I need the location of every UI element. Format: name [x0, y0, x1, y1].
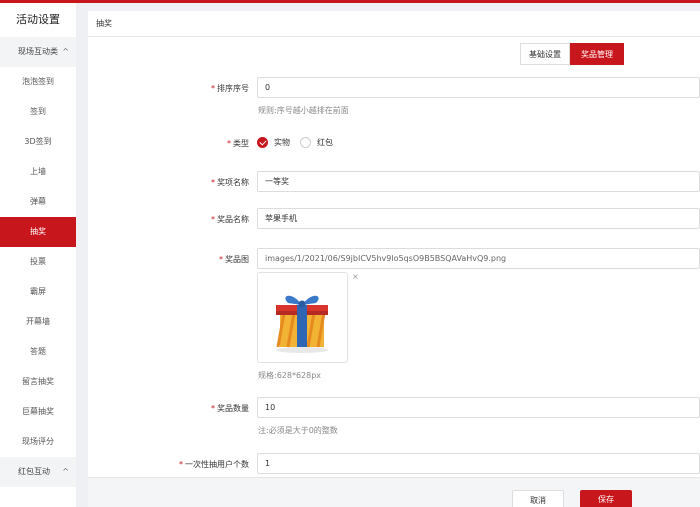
sidebar-title: 活动设置	[16, 13, 60, 26]
sort-input[interactable]: 0	[257, 77, 700, 98]
radio-unchecked-icon	[300, 136, 311, 148]
sidebar-item-fullscreen[interactable]: 霸屏	[0, 277, 76, 307]
sidebar-item-quiz[interactable]: 答题	[0, 337, 76, 367]
prize-image-label: * 奖品图	[219, 255, 249, 264]
chevron-up-icon: ^	[62, 467, 69, 476]
sidebar-item-rating[interactable]: 现场评分	[0, 427, 76, 457]
award-name-label: * 奖项名称	[211, 178, 249, 187]
chevron-up-icon: ^	[62, 47, 69, 56]
prize-image-preview[interactable]	[257, 272, 348, 363]
quantity-label: * 奖品数量	[211, 404, 249, 413]
per-draw-label: * 一次性抽用户个数	[179, 460, 249, 469]
top-accent-bar	[0, 0, 700, 3]
type-radio-physical[interactable]: 实物	[257, 136, 290, 148]
sidebar-item-message-lottery[interactable]: 留言抽奖	[0, 367, 76, 397]
tab-prize-management[interactable]: 奖品管理	[570, 43, 624, 65]
save-button[interactable]: 保存	[580, 490, 632, 507]
prize-image-hint: 规格:628*628px	[258, 371, 322, 380]
quantity-hint: 注:必须是大于0的整数	[258, 426, 338, 435]
content-gutter	[76, 3, 88, 507]
cancel-button[interactable]: 取消	[512, 490, 564, 507]
type-radio-group: 实物 红包	[257, 135, 343, 149]
sidebar-group-onsite[interactable]: 现场互动类 ^	[0, 37, 76, 67]
sidebar-item-wall[interactable]: 上墙	[0, 157, 76, 187]
radio-checked-icon	[257, 136, 268, 148]
award-name-input[interactable]: 一等奖	[257, 171, 700, 192]
quantity-input[interactable]: 10	[257, 397, 700, 418]
sidebar-item-danmaku[interactable]: 弹幕	[0, 187, 76, 217]
sort-label: * 排序序号	[211, 84, 249, 93]
gift-box-icon	[276, 295, 328, 353]
sidebar-group-label: 现场互动类	[18, 47, 58, 56]
type-radio-redpacket[interactable]: 红包	[300, 136, 333, 148]
sort-hint: 规则:序号越小越排在前面	[258, 106, 349, 115]
form-footer: 取消 保存	[88, 477, 700, 507]
prize-image-path-input[interactable]: images/1/2021/06/S9jbICV5hv9lo5qsO9B5BSQ…	[257, 248, 700, 269]
sidebar-item-lottery[interactable]: 抽奖	[0, 217, 76, 247]
type-label: * 类型	[227, 139, 249, 148]
sidebar-item-bubble-signin[interactable]: 泡泡签到	[0, 67, 76, 97]
tab-basic-settings[interactable]: 基础设置	[520, 43, 570, 65]
per-draw-input[interactable]: 1	[257, 453, 700, 474]
tab-bar: 基础设置 奖品管理	[520, 43, 624, 65]
sidebar: 活动设置 现场互动类 ^ 泡泡签到 签到 3D签到 上墙 弹幕 抽奖 投票 霸屏…	[0, 3, 76, 507]
sidebar-group-label: 红包互动	[18, 467, 50, 476]
sidebar-item-giant-lottery[interactable]: 巨幕抽奖	[0, 397, 76, 427]
main-panel: 抽奖 基础设置 奖品管理 * 排序序号 0 规则:序号越小越排在前面 * 类型 实物…	[88, 11, 700, 507]
prize-name-label: * 奖品名称	[211, 215, 249, 224]
sidebar-item-vote[interactable]: 投票	[0, 247, 76, 277]
sidebar-item-opening-wall[interactable]: 开幕墙	[0, 307, 76, 337]
sidebar-item-signin[interactable]: 签到	[0, 97, 76, 127]
prize-name-input[interactable]: 苹果手机	[257, 208, 700, 229]
sidebar-group-redpacket[interactable]: 红包互动 ^	[0, 457, 76, 487]
breadcrumb: 抽奖	[88, 11, 700, 37]
sidebar-item-3d-signin[interactable]: 3D签到	[0, 127, 76, 157]
remove-image-icon[interactable]: ×	[352, 272, 359, 281]
